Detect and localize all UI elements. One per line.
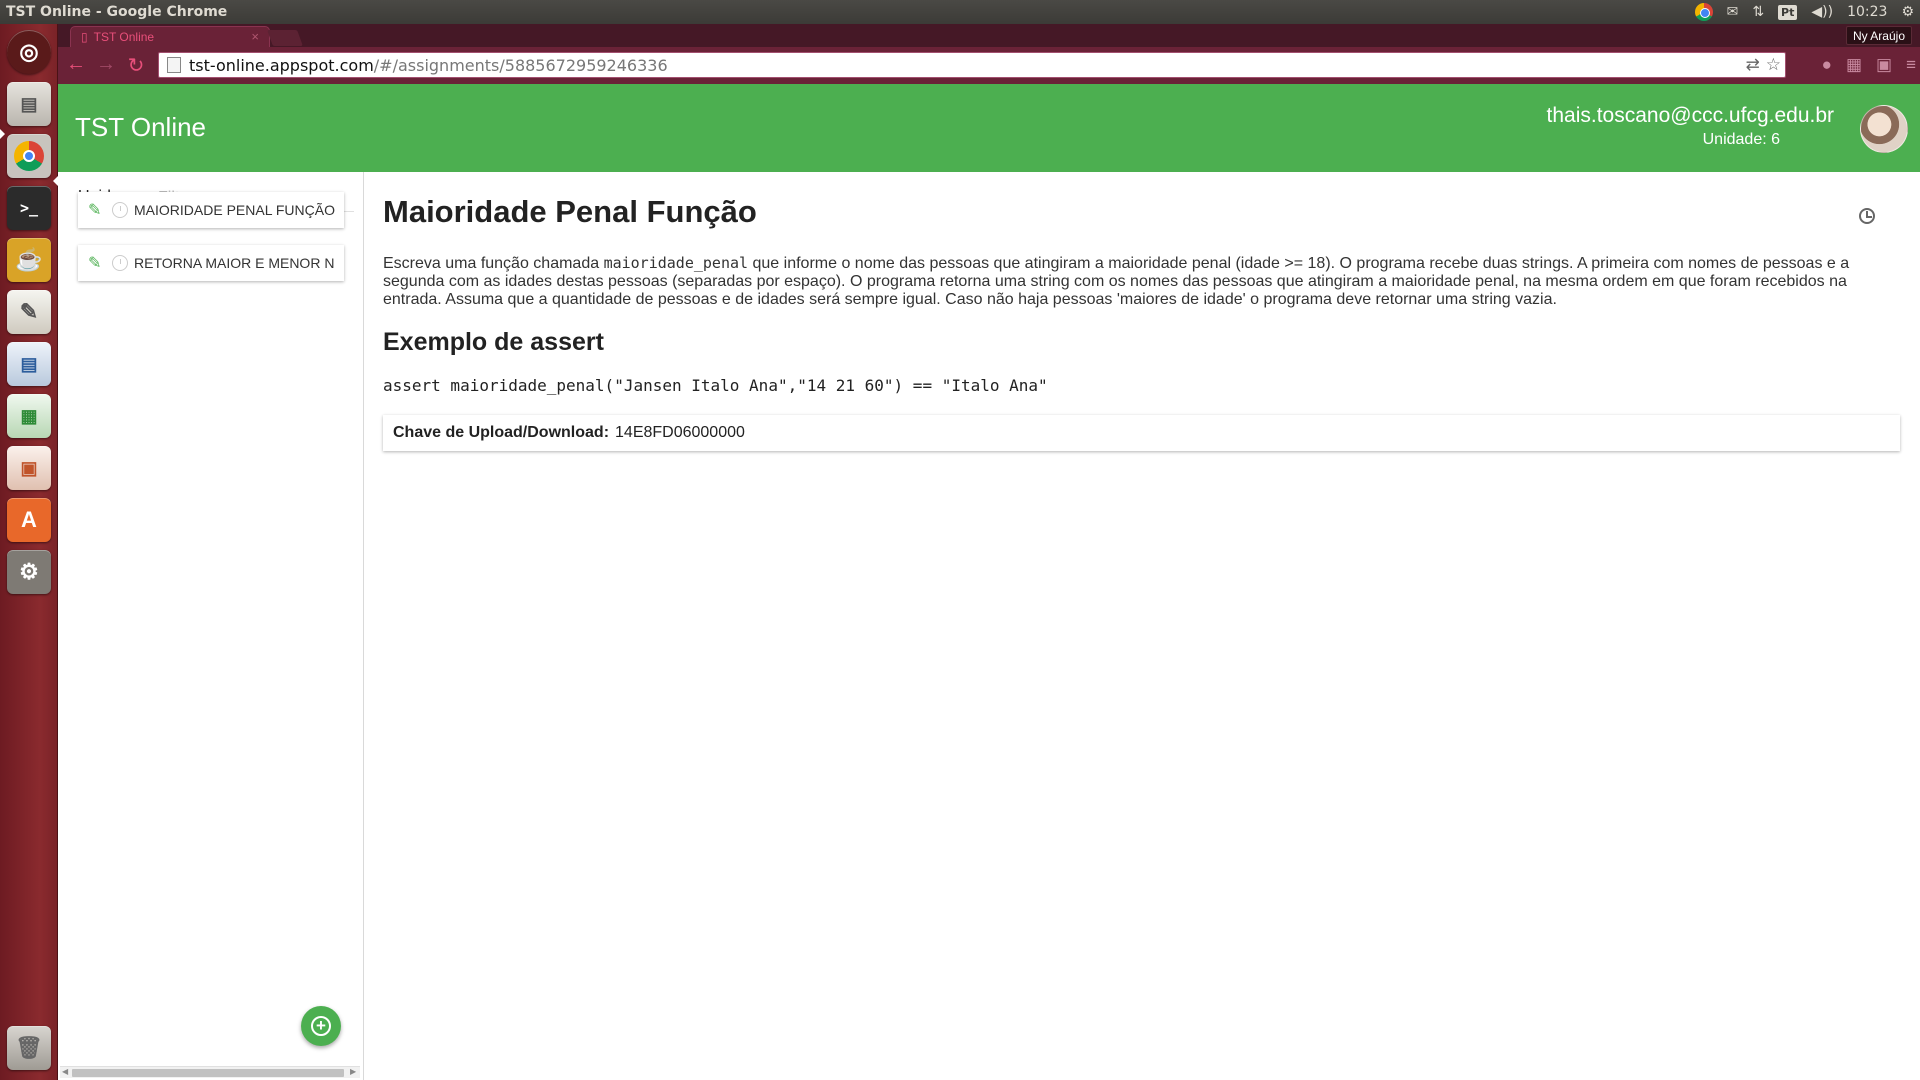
assert-code: assert maioridade_penal("Jansen Italo An… [383, 376, 1048, 395]
assignment-description: Escreva uma função chamada maioridade_pe… [383, 254, 1903, 309]
system-indicators: ✉ ⇅ Pt ◀)) 10:23 ⚙ [1694, 0, 1914, 24]
volume-icon[interactable]: ◀)) [1811, 4, 1833, 20]
chrome-tray-icon[interactable] [1694, 3, 1713, 21]
launcher: ◎ ▤ >_ ☕ ✎ ▤ ▦ ▣ A ⚙ 🗑 [0, 24, 58, 1080]
teapot-icon[interactable]: ☕ [7, 238, 51, 282]
app-header: TST Online thais.toscano@ccc.ufcg.edu.br… [58, 84, 1920, 172]
tab-close-icon[interactable]: × [251, 29, 259, 44]
menu-icon[interactable]: ≡ [1906, 55, 1916, 75]
tab-tst-online[interactable]: ▯ TST Online × [70, 26, 270, 47]
page-icon: ▯ [81, 30, 88, 44]
network-icon[interactable]: ⇅ [1752, 4, 1764, 20]
extension-icon[interactable]: ▦ [1846, 55, 1862, 75]
calc-icon[interactable]: ▦ [7, 394, 51, 438]
plus-icon: + [311, 1016, 331, 1036]
reload-icon[interactable]: ↻ [124, 53, 148, 78]
forward-icon[interactable]: → [94, 53, 118, 76]
terminal-icon[interactable]: >_ [7, 186, 51, 230]
clock[interactable]: 10:23 [1847, 4, 1887, 20]
writer-icon[interactable]: ▤ [7, 342, 51, 386]
messaging-icon[interactable]: ✉ [1727, 4, 1739, 20]
active-app-pip [0, 129, 5, 139]
text-editor-icon[interactable]: ✎ [7, 290, 51, 334]
profile-badge[interactable]: Ny Araújo [1845, 26, 1912, 45]
assignment-label: MAIORIDADE PENAL FUNÇÃO [134, 202, 335, 218]
assignment-content: Maioridade Penal Função Escreva uma funç… [364, 172, 1920, 1080]
clock-icon [112, 255, 128, 271]
address-bar[interactable]: tst-online.appspot.com /#/assignments/58… [158, 52, 1786, 78]
browser-toolbar: ← → ↻ tst-online.appspot.com /#/assignme… [58, 47, 1920, 84]
scroll-left-icon[interactable]: ◀ [62, 1067, 68, 1076]
url-path: /#/assignments/5885672959246336 [373, 55, 668, 75]
history-icon[interactable] [1859, 208, 1875, 224]
system-settings-icon[interactable]: ⚙ [7, 550, 51, 594]
extension-icon[interactable]: ● [1822, 55, 1832, 75]
chrome-icon[interactable] [7, 134, 51, 178]
window-title: TST Online - Google Chrome [6, 4, 228, 20]
translate-icon[interactable]: ⇄ [1746, 55, 1760, 75]
software-center-icon[interactable]: A [7, 498, 51, 542]
user-email: thais.toscano@ccc.ufcg.edu.br [1546, 104, 1834, 127]
sidebar: Unid. ▼ ✎ MAIORIDADE PENAL FUNÇÃO ✎ RETO… [58, 172, 364, 1080]
add-assignment-button[interactable]: + [301, 1006, 341, 1046]
description-text: Escreva uma função chamada [383, 255, 604, 272]
page-info-icon[interactable] [167, 57, 181, 73]
example-heading: Exemplo de assert [383, 328, 604, 356]
user-unit: Unidade: 6 [1702, 131, 1780, 148]
new-tab-button[interactable] [267, 30, 303, 46]
tab-strip: ▯ TST Online × [58, 24, 1920, 47]
impress-icon[interactable]: ▣ [7, 446, 51, 490]
trash-icon[interactable]: 🗑 [7, 1026, 51, 1070]
page-title: Maioridade Penal Função [383, 194, 757, 229]
files-icon[interactable]: ▤ [7, 82, 51, 126]
scrollbar-thumb[interactable] [72, 1069, 344, 1077]
upload-key-value[interactable]: 14E8FD06000000 [615, 424, 745, 442]
url-host: tst-online.appspot.com [189, 55, 374, 75]
os-top-bar: TST Online - Google Chrome ✉ ⇅ Pt ◀)) 10… [0, 0, 1920, 24]
ubuntu-dash-icon[interactable]: ◎ [7, 30, 51, 74]
tab-title: TST Online [93, 30, 155, 44]
app-title[interactable]: TST Online [75, 112, 206, 143]
extension-icon[interactable]: ▣ [1876, 55, 1892, 75]
clock-icon [112, 202, 128, 218]
extension-icons: ● ▦ ▣ ≡ [1822, 55, 1916, 75]
keyboard-layout-indicator[interactable]: Pt [1778, 4, 1798, 20]
horizontal-scrollbar[interactable]: ◀ ▶ [60, 1066, 360, 1078]
assignment-item[interactable]: ✎ RETORNA MAIOR E MENOR N [78, 245, 344, 281]
omnibox-actions: ⇄ ☆ [1746, 55, 1782, 75]
bookmark-star-icon[interactable]: ☆ [1766, 55, 1781, 75]
edit-icon[interactable]: ✎ [88, 200, 106, 220]
upload-key-box: Chave de Upload/Download: 14E8FD06000000 [383, 415, 1900, 451]
assignment-label: RETORNA MAIOR E MENOR N [134, 255, 335, 271]
upload-key-label: Chave de Upload/Download: [393, 424, 610, 441]
scroll-right-icon[interactable]: ▶ [350, 1067, 356, 1076]
gear-icon[interactable]: ⚙ [1901, 4, 1914, 20]
avatar[interactable] [1860, 105, 1908, 153]
back-icon[interactable]: ← [64, 53, 88, 76]
assignment-item[interactable]: ✎ MAIORIDADE PENAL FUNÇÃO [78, 192, 344, 228]
function-name-code: maioridade_penal [603, 254, 749, 272]
edit-icon[interactable]: ✎ [88, 253, 106, 273]
